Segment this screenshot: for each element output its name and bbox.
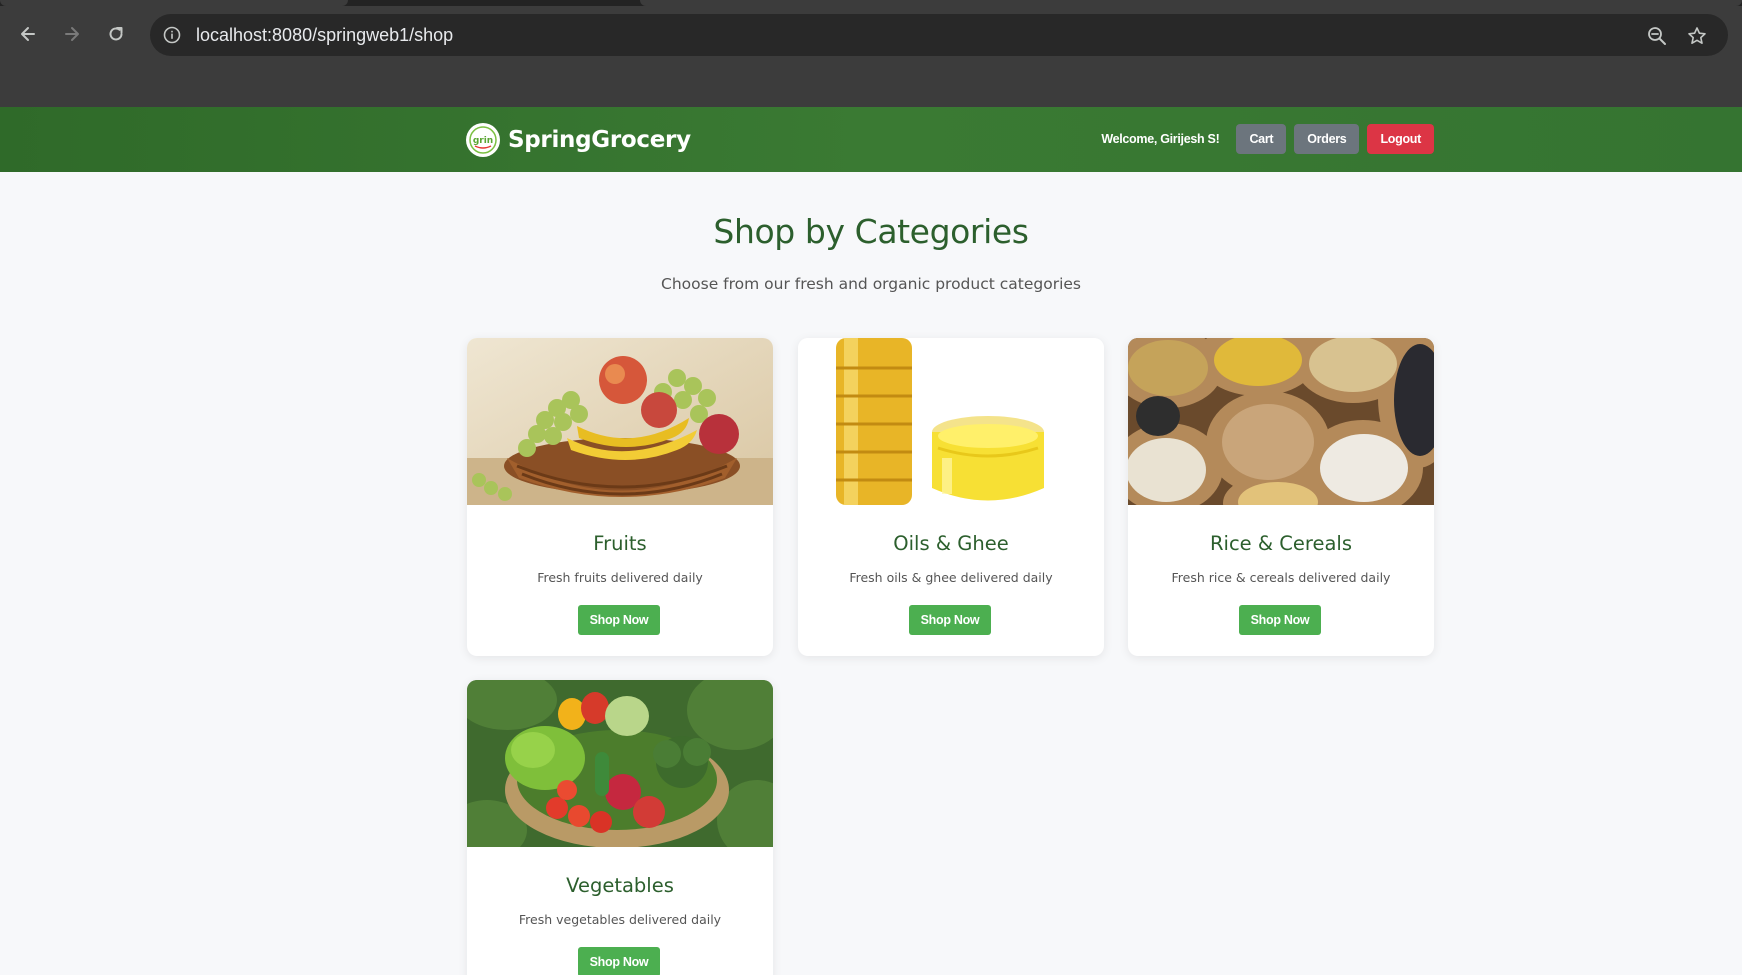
url-text[interactable]: localhost:8080/springweb1/shop — [196, 14, 453, 56]
fruits-image — [467, 338, 773, 505]
brand-logo: grin — [466, 123, 500, 157]
rice-cereals-image — [1128, 338, 1434, 505]
shop-now-button-oils-ghee[interactable]: Shop Now — [909, 605, 991, 635]
back-button[interactable] — [16, 22, 40, 46]
category-description: Fresh rice & cereals delivered daily — [1171, 570, 1391, 585]
welcome-text: Welcome, Girijesh S! — [1101, 132, 1220, 146]
zoom-icon[interactable] — [1646, 25, 1668, 47]
page-title: Shop by Categories — [713, 212, 1029, 251]
reload-button[interactable] — [104, 22, 128, 46]
page-subtitle: Choose from our fresh and organic produc… — [661, 275, 1081, 293]
browser-toolbar: localhost:8080/springweb1/shop — [0, 6, 1742, 64]
grocery-logo-icon: grin — [469, 126, 497, 154]
arrow-right-icon — [65, 27, 79, 41]
category-title: Rice & Cereals — [1209, 532, 1352, 555]
cart-button[interactable]: Cart — [1236, 124, 1287, 154]
category-title: Fruits — [593, 532, 647, 555]
shop-now-button-vegetables[interactable]: Shop Now — [578, 947, 660, 975]
orders-button[interactable]: Orders — [1294, 124, 1360, 154]
svg-text:grin: grin — [473, 136, 493, 146]
category-title: Oils & Ghee — [893, 532, 1009, 555]
vegetables-image — [467, 680, 773, 847]
category-description: Fresh oils & ghee delivered daily — [849, 570, 1053, 585]
category-card-oils-ghee: Oils & Ghee Fresh oils & ghee delivered … — [798, 338, 1104, 656]
brand-name: SpringGrocery — [508, 127, 691, 153]
bookmarks-bar — [0, 64, 1742, 107]
oils-ghee-image — [798, 338, 1104, 505]
brand-link[interactable]: grin SpringGrocery — [466, 122, 691, 158]
category-title: Vegetables — [566, 874, 674, 897]
category-card-rice-cereals: Rice & Cereals Fresh rice & cereals deli… — [1128, 338, 1434, 656]
category-card-vegetables: Vegetables Fresh vegetables delivered da… — [467, 680, 773, 975]
category-description: Fresh fruits delivered daily — [537, 570, 703, 585]
shop-now-button-fruits[interactable]: Shop Now — [578, 605, 660, 635]
header-nav: Welcome, Girijesh S! Cart Orders Logout — [1101, 124, 1434, 154]
forward-button[interactable] — [60, 22, 84, 46]
site-header: grin SpringGrocery Welcome, Girijesh S! … — [0, 107, 1742, 172]
address-bar[interactable]: localhost:8080/springweb1/shop — [150, 14, 1728, 56]
logout-button[interactable]: Logout — [1367, 124, 1434, 154]
info-circle-icon[interactable] — [162, 25, 182, 45]
browser-chrome: localhost:8080/springweb1/shop — [0, 0, 1742, 107]
shop-now-button-rice-cereals[interactable]: Shop Now — [1239, 605, 1321, 635]
reload-icon — [109, 27, 123, 41]
arrow-left-icon — [21, 27, 35, 41]
category-card-fruits: Fruits Fresh fruits delivered daily Shop… — [467, 338, 773, 656]
bookmark-star-icon[interactable] — [1686, 25, 1708, 47]
category-description: Fresh vegetables delivered daily — [518, 912, 722, 927]
